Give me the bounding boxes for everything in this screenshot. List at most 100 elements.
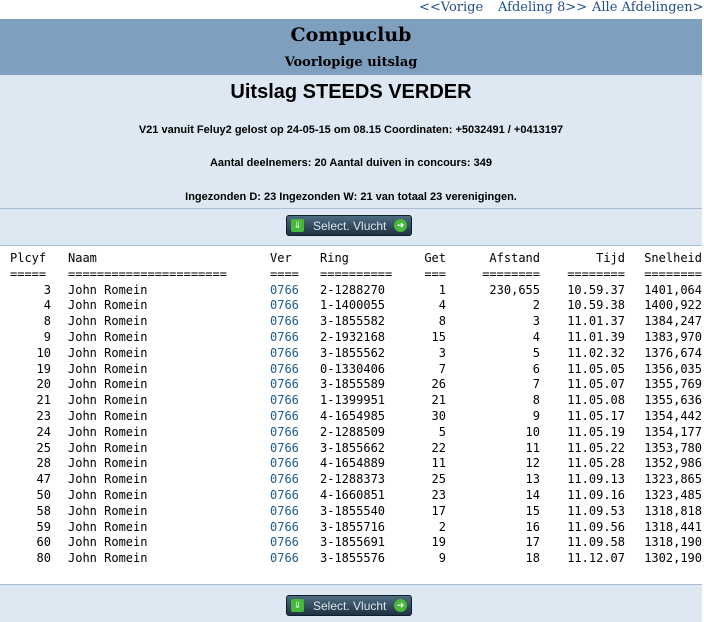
cell-tijd: 11.02.32 [567,345,625,360]
cell-plcyf: 25 [36,440,51,455]
cell-ver[interactable]: 0766 [270,551,306,567]
cell-ver[interactable]: 0766 [270,409,306,425]
select-flight-button[interactable]: ⇓ Select. Vlucht ➜ [286,215,412,236]
cell-plcyf: 60 [36,535,51,550]
submitted-info: Ingezonden D: 23 Ingezonden W: 21 van to… [185,191,517,203]
cell-plcyf: 9 [43,330,51,344]
cell-ver[interactable]: 0766 [270,456,306,472]
cell-ver[interactable]: 0766 [270,362,306,378]
download-icon: ⇓ [291,599,304,612]
cell-naam: John Romein [68,503,148,518]
cell-plcyf: 19 [36,361,51,376]
cell-afstand: 18 [525,551,540,566]
cell-ver[interactable]: 0766 [270,488,306,504]
cell-naam: John Romein [68,472,148,487]
cell-ver[interactable]: 0766 [270,441,306,457]
cell-ring: 4-1654985 [320,409,386,423]
cell-ver[interactable]: 0766 [270,298,306,314]
cell-ring: 4-1660851 [320,488,386,502]
cell-ver[interactable]: 0766 [270,504,306,520]
cell-snelheid: 1318,441 [644,519,702,534]
cell-get: 22 [431,440,446,455]
cell-get: 19 [431,535,446,550]
top-navigation: <<Vorige Afdeling 8>> Alle Afdelingen>> [0,0,704,19]
cell-tijd: 11.12.07 [567,551,625,566]
cell-ring: 0-1330406 [320,361,386,376]
cell-tijd: 11.05.17 [567,409,625,423]
cell-naam: John Romein [68,409,148,423]
cell-ver[interactable]: 0766 [270,520,306,536]
cell-snelheid: 1353,780 [644,440,702,455]
cell-get: 21 [431,393,446,408]
section-link[interactable]: Afdeling 8>> [498,0,587,15]
cell-plcyf: 47 [36,472,51,487]
cell-ver[interactable]: 0766 [270,377,306,393]
cell-ring: 3-1855540 [320,503,386,518]
cell-ver[interactable]: 0766 [270,535,306,551]
race-title: Uitslag STEEDS VERDER [230,81,472,103]
cell-ring: 1-1399951 [320,393,386,408]
cell-snelheid: 1383,970 [644,330,702,344]
header-underline-ring: ========== [320,266,393,281]
cell-naam: John Romein [68,440,148,455]
cell-get: 23 [431,488,446,502]
cell-tijd: 11.05.19 [567,424,625,439]
cell-afstand: 16 [525,519,540,534]
cell-tijd: 11.05.07 [567,377,625,392]
cell-afstand: 230,655 [489,282,540,297]
cell-ver[interactable]: 0766 [270,393,306,409]
header-naam: Naam [68,251,97,265]
cell-naam: John Romein [68,345,148,360]
cell-tijd: 11.05.28 [567,456,625,471]
cell-snelheid: 1352,986 [644,456,702,471]
cell-ring: 3-1855582 [320,314,386,329]
cell-ring: 3-1855589 [320,377,386,392]
cell-plcyf: 20 [36,377,51,392]
cell-plcyf: 28 [36,456,51,471]
header-underline-ver: ==== [270,266,299,281]
cell-get: 8 [438,314,446,329]
participants-info: Aantal deelnemers: 20 Aantal duiven in c… [209,157,492,169]
cell-afstand: 10 [525,424,540,439]
header-underline-naam: ====================== [68,266,227,281]
cell-plcyf: 4 [43,298,51,313]
previous-link[interactable]: <<Vorige [419,0,483,15]
cell-ver[interactable]: 0766 [270,314,306,330]
cell-naam: John Romein [68,314,148,329]
cell-tijd: 11.09.16 [567,488,625,502]
cell-plcyf: 58 [36,503,51,518]
cell-get: 1 [438,282,446,297]
cell-afstand: 7 [532,377,540,392]
cell-afstand: 14 [525,488,540,502]
cell-naam: John Romein [68,361,148,376]
arrow-right-icon: ➜ [394,599,407,612]
select-flight-button-bottom[interactable]: ⇓ Select. Vlucht ➜ [286,595,412,616]
cell-snelheid: 1400,922 [644,298,702,313]
cell-ring: 3-1855662 [320,440,386,455]
cell-tijd: 11.09.13 [567,472,625,487]
cell-get: 3 [438,345,446,360]
cell-ring: 2-1288270 [320,282,386,297]
header-underline-plcyf: ===== [10,266,47,281]
header-underline-afstand: ======== [482,266,540,281]
cell-ver[interactable]: 0766 [270,425,306,441]
header-underline-tijd: ======== [567,266,625,281]
cell-ver[interactable]: 0766 [270,283,306,299]
cell-ring: 3-1855562 [320,345,386,360]
cell-tijd: 11.05.05 [567,361,625,376]
cell-snelheid: 1318,818 [644,503,702,518]
cell-ring: 1-1400055 [320,298,386,313]
cell-get: 11 [431,456,446,471]
cell-get: 15 [431,330,446,344]
cell-snelheid: 1376,674 [644,345,702,360]
cell-snelheid: 1323,865 [644,472,702,487]
cell-get: 2 [438,519,446,534]
cell-ver[interactable]: 0766 [270,472,306,488]
cell-tijd: 11.05.22 [567,440,625,455]
top-button-bar: ⇓ Select. Vlucht ➜ [0,208,702,246]
cell-ver[interactable]: 0766 [270,330,306,346]
all-sections-link[interactable]: Alle Afdelingen>> [592,0,704,15]
cell-tijd: 10.59.38 [567,298,625,313]
cell-ver[interactable]: 0766 [270,346,306,362]
cell-naam: John Romein [68,298,148,313]
